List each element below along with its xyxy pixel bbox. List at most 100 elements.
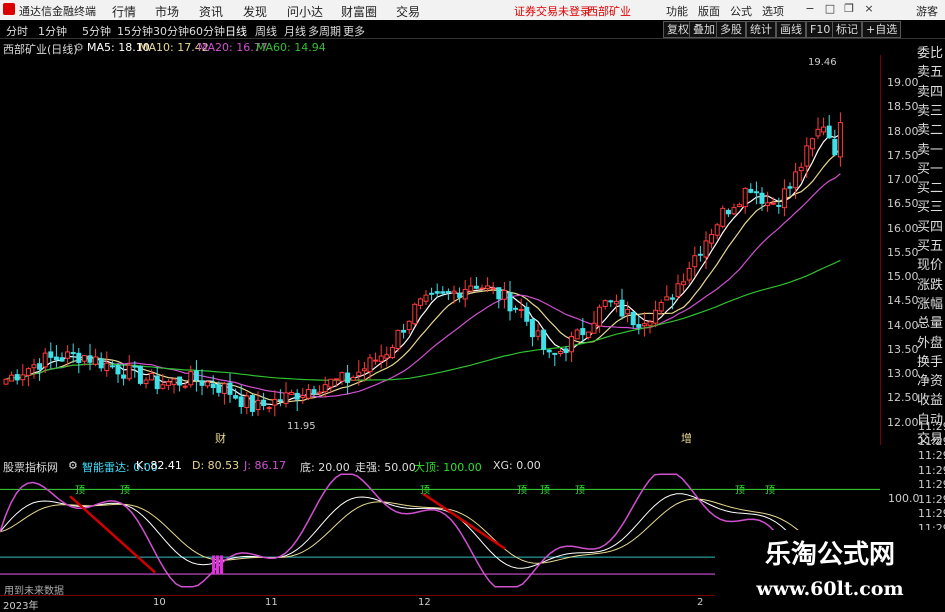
sidebar-item[interactable]: 外盘 — [917, 332, 943, 351]
sidebar-item[interactable]: 收益 — [917, 389, 943, 408]
sidebar-item[interactable]: 买四 — [917, 216, 943, 235]
candlestick-chart[interactable]: 19.46 11.95 财 增 — [0, 55, 880, 445]
ma60-value: MA60: 14.94 — [256, 41, 326, 54]
sidebar-item[interactable]: 买五 — [917, 235, 943, 254]
top-signal-label: 顶 — [575, 485, 585, 497]
top-signal-label: 顶 — [120, 485, 130, 497]
sidebar-item[interactable]: 买一 — [917, 158, 943, 177]
period-tab-60min[interactable]: 60分钟 — [189, 23, 225, 39]
candle-body — [42, 352, 48, 368]
event-marker[interactable]: 财 — [215, 431, 226, 445]
price-tick: 14.00 — [887, 318, 919, 332]
sidebar-item[interactable]: 总量 — [917, 312, 943, 331]
price-tick: 17.50 — [887, 148, 919, 162]
price-tick: 18.50 — [887, 100, 919, 114]
period-tab-30min[interactable]: 30分钟 — [153, 23, 189, 39]
ma10-line — [5, 148, 841, 403]
candle-body — [647, 321, 653, 326]
overlay-button[interactable]: 叠加 — [689, 21, 719, 38]
ma60-line — [5, 259, 841, 381]
sidebar-item[interactable]: 买三 — [917, 196, 943, 215]
multi-stock-button[interactable]: 多股 — [716, 21, 746, 38]
guest-label[interactable]: 游客 — [916, 3, 938, 19]
price-tick: 16.50 — [887, 197, 919, 211]
candle-body — [378, 355, 384, 362]
candle-body — [305, 389, 311, 399]
candle-body — [317, 391, 323, 394]
watermark-url: www.60lt.com — [756, 578, 904, 600]
price-tick: 19.00 — [887, 76, 919, 90]
event-marker[interactable]: 增 — [681, 431, 692, 445]
sidebar-item[interactable]: 卖三 — [917, 100, 943, 119]
watermark-title: 乐淘公式网 — [764, 540, 895, 570]
candle-body — [731, 207, 737, 215]
date-label-nov: 11 — [265, 597, 278, 608]
sidebar-item[interactable]: 涨幅 — [917, 293, 943, 312]
candle-body — [513, 307, 519, 310]
period-tab-monthly[interactable]: 月线 — [284, 23, 306, 39]
sidebar-item[interactable]: 买二 — [917, 177, 943, 196]
candle-body — [501, 289, 507, 300]
candle-body — [574, 329, 580, 340]
add-watchlist-button[interactable]: +自选 — [862, 21, 902, 38]
period-tab-intraday[interactable]: 分时 — [6, 23, 28, 39]
period-tab-daily[interactable]: 日线 — [225, 23, 247, 39]
period-tab-1min[interactable]: 1分钟 — [38, 23, 67, 39]
candle-body — [109, 365, 115, 368]
price-tick: 15.50 — [887, 245, 919, 259]
candle-body — [373, 359, 379, 362]
f10-button[interactable]: F10 — [806, 21, 835, 38]
candle-body — [703, 240, 709, 258]
sidebar-item[interactable]: 卖五 — [917, 61, 943, 80]
indicator-settings-icon[interactable]: ⚙ — [68, 459, 78, 472]
sidebar-item[interactable]: 现价 — [917, 254, 943, 273]
sidebar-item[interactable]: 换手 — [917, 351, 943, 370]
maximize-icon[interactable]: □ — [823, 2, 837, 16]
sidebar-item[interactable]: 卖二 — [917, 119, 943, 138]
top-signal-label: 顶 — [540, 485, 550, 497]
candle-body — [563, 348, 569, 354]
mark-button[interactable]: 标记 — [832, 21, 862, 38]
period-tab-15min[interactable]: 15分钟 — [117, 23, 153, 39]
menu-quotes[interactable]: 行情 — [112, 3, 136, 20]
menu-trade[interactable]: 交易 — [396, 3, 420, 20]
menu-options[interactable]: 选项 — [762, 3, 784, 19]
settings-gear-icon[interactable]: ⚙ — [74, 41, 84, 54]
draw-line-button[interactable]: 画线 — [776, 21, 806, 38]
period-tab-weekly[interactable]: 周线 — [255, 23, 277, 39]
login-status[interactable]: 证券交易未登录 — [514, 3, 591, 19]
menu-market[interactable]: 市场 — [155, 3, 179, 20]
candle-body — [3, 378, 9, 385]
candle-body — [9, 374, 15, 382]
candle-body — [171, 378, 177, 386]
indicator-info-bar: 股票指标网 ⚙ 智能雷达: 0.00 K: 82.41 D: 80.53 J: … — [0, 457, 880, 474]
sidebar-item[interactable]: 净资 — [917, 370, 943, 389]
menu-layout[interactable]: 版面 — [698, 3, 720, 19]
candle-body — [580, 328, 586, 336]
candle-body — [289, 392, 295, 395]
sidebar-item[interactable]: 卖四 — [917, 81, 943, 100]
stats-button[interactable]: 统计 — [746, 21, 776, 38]
sidebar-item[interactable]: 涨跌 — [917, 274, 943, 293]
period-tab-5min[interactable]: 5分钟 — [82, 23, 111, 39]
menu-news[interactable]: 资讯 — [199, 3, 223, 20]
minimize-icon[interactable]: − — [803, 2, 817, 16]
sidebar-item[interactable]: 委比 — [917, 42, 943, 61]
xg-value: XG: 0.00 — [493, 459, 541, 472]
restore-icon[interactable]: ❐ — [842, 2, 856, 16]
menu-function[interactable]: 功能 — [666, 3, 688, 19]
close-icon[interactable]: × — [862, 2, 876, 16]
price-axis: 19.00 18.50 18.00 17.50 17.00 16.50 16.00 15.50… — [880, 55, 919, 445]
candle-body — [48, 351, 54, 358]
menu-wealth[interactable]: 财富圈 — [341, 3, 377, 20]
sidebar-item[interactable]: 卖一 — [917, 139, 943, 158]
menu-formula[interactable]: 公式 — [730, 3, 752, 19]
candle-body — [742, 187, 748, 208]
period-tab-more[interactable]: 更多 — [343, 23, 365, 39]
menu-discover[interactable]: 发现 — [243, 3, 267, 20]
period-tab-multi[interactable]: 多周期 — [308, 23, 341, 39]
candle-body — [14, 374, 20, 381]
time-tick: 11:29 — [918, 492, 945, 506]
candle-body — [149, 372, 155, 381]
menu-ask[interactable]: 问小达 — [287, 3, 323, 20]
